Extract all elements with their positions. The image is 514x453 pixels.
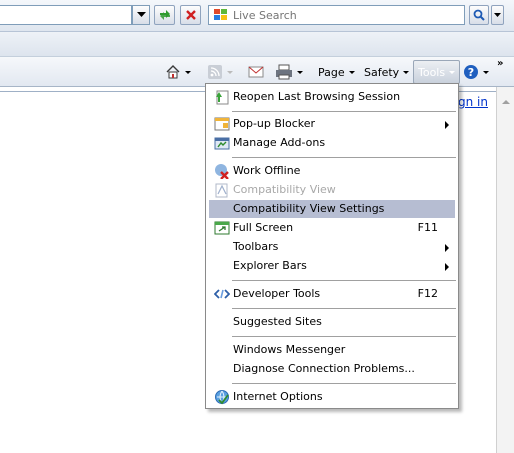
print-button[interactable] (275, 62, 303, 82)
menu-item-label: Manage Add-ons (233, 136, 326, 149)
menu-item-shortcut: F12 (417, 287, 438, 300)
work-offline-icon (215, 164, 229, 179)
stop-button[interactable] (180, 5, 201, 25)
svg-text:?: ? (468, 66, 474, 79)
menu-item-popup-blocker[interactable]: Pop-up Blocker (209, 115, 455, 133)
menu-separator (232, 111, 456, 112)
home-button[interactable] (165, 62, 191, 82)
vertical-scrollbar[interactable] (496, 87, 514, 453)
tools-menu: Reopen Last Browsing Session Pop-up Bloc… (205, 83, 459, 409)
tools-menu-button[interactable]: Tools (413, 60, 461, 84)
address-field[interactable] (0, 5, 132, 25)
address-dropdown-button[interactable] (132, 5, 150, 25)
printer-icon (276, 64, 292, 80)
search-options-button[interactable] (491, 5, 504, 25)
chevron-down-icon (297, 70, 303, 74)
chevron-down-icon (449, 70, 456, 74)
chevron-down-icon (483, 70, 489, 74)
live-search-logo-icon (214, 9, 227, 20)
menu-separator (232, 383, 456, 384)
submenu-arrow-icon (445, 244, 449, 252)
internet-options-icon (215, 390, 229, 405)
menu-separator (232, 157, 456, 158)
menu-item-manage-addons[interactable]: Manage Add-ons (209, 134, 455, 152)
reopen-icon (216, 90, 229, 105)
menu-item-reopen-last-session[interactable]: Reopen Last Browsing Session (209, 88, 455, 106)
menu-separator (232, 280, 456, 281)
safety-menu-label: Safety (364, 65, 400, 79)
menu-item-full-screen[interactable]: Full Screen F11 (209, 219, 455, 237)
menu-item-label: Reopen Last Browsing Session (233, 90, 401, 103)
menu-item-label: Suggested Sites (233, 315, 322, 328)
menu-item-suggested-sites[interactable]: Suggested Sites (209, 313, 455, 331)
menu-item-internet-options[interactable]: Internet Options (209, 388, 455, 406)
menu-item-shortcut: F11 (417, 221, 438, 234)
menu-item-label: Full Screen (233, 221, 294, 234)
developer-tools-icon (214, 289, 230, 299)
menu-item-label: Work Offline (233, 164, 301, 177)
scroll-up-button[interactable] (497, 93, 514, 110)
page-menu-button[interactable]: Page (318, 62, 355, 82)
submenu-arrow-icon (445, 121, 449, 129)
more-commands-chevron[interactable]: » (497, 58, 504, 69)
menu-item-label: Toolbars (233, 240, 279, 253)
stop-icon (185, 10, 196, 20)
submenu-arrow-icon (445, 263, 449, 271)
menu-separator (232, 336, 456, 337)
full-screen-icon (214, 221, 230, 235)
help-icon: ? (464, 65, 478, 79)
chevron-down-icon (185, 70, 191, 74)
refresh-icon (159, 10, 170, 20)
menu-item-label: Explorer Bars (233, 259, 307, 272)
menu-item-toolbars[interactable]: Toolbars (209, 238, 455, 256)
page-menu-label: Page (318, 65, 345, 79)
safety-menu-button[interactable]: Safety (364, 62, 410, 82)
read-mail-button[interactable] (248, 62, 264, 82)
menu-item-developer-tools[interactable]: Developer Tools F12 (209, 285, 455, 303)
scroll-up-arrow-icon (501, 99, 510, 104)
home-icon (166, 65, 180, 79)
menu-item-label: Windows Messenger (233, 343, 346, 356)
menu-item-compatibility-view-settings[interactable]: Compatibility View Settings (209, 200, 455, 218)
chevron-down-icon (227, 70, 233, 74)
chevron-down-icon (136, 12, 146, 17)
favorites-band (0, 31, 514, 56)
magnifier-icon (473, 9, 485, 21)
chevron-down-icon (494, 13, 501, 17)
menu-item-diagnose-connection-problems[interactable]: Diagnose Connection Problems... (209, 360, 455, 378)
feeds-button[interactable] (207, 62, 233, 82)
search-go-button[interactable] (469, 5, 489, 25)
search-box[interactable] (208, 5, 465, 25)
menu-item-label: Compatibility View Settings (233, 202, 385, 215)
mail-icon (248, 66, 264, 78)
menu-item-label: Pop-up Blocker (233, 117, 316, 130)
menu-item-windows-messenger[interactable]: Windows Messenger (209, 341, 455, 359)
menu-item-label: Internet Options (233, 390, 323, 403)
menu-item-work-offline[interactable]: Work Offline (209, 162, 455, 180)
sign-in-link[interactable]: gn in (458, 95, 488, 109)
chevron-down-icon (403, 70, 410, 74)
menu-separator (232, 308, 456, 309)
refresh-button[interactable] (154, 5, 175, 25)
menu-item-label: Developer Tools (233, 287, 321, 300)
address-search-row (0, 0, 514, 31)
chevron-down-icon (348, 70, 355, 74)
rss-feed-icon (208, 65, 222, 79)
help-button[interactable]: ? (463, 62, 489, 82)
search-input[interactable] (233, 8, 453, 22)
menu-item-label: Diagnose Connection Problems... (233, 362, 415, 375)
menu-item-label: Compatibility View (233, 183, 336, 196)
menu-item-compatibility-view[interactable]: Compatibility View (209, 181, 455, 199)
compatibility-view-icon (215, 183, 228, 198)
manage-addons-icon (214, 137, 230, 150)
tools-menu-label: Tools (418, 65, 446, 79)
popup-blocker-icon (214, 117, 230, 131)
menu-item-explorer-bars[interactable]: Explorer Bars (209, 257, 455, 275)
